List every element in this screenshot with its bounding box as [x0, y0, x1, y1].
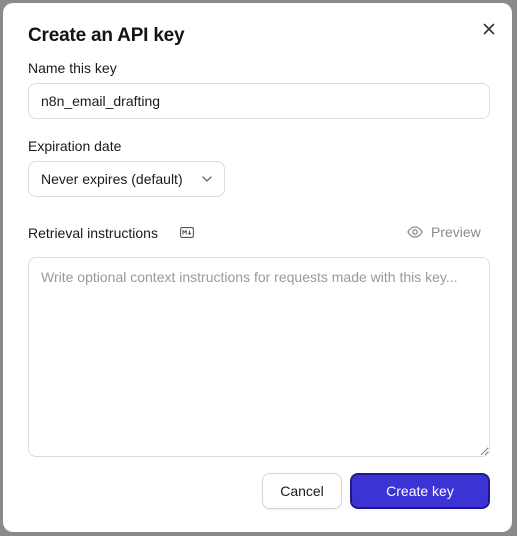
- instructions-label: Retrieval instructions: [28, 225, 158, 241]
- preview-toggle[interactable]: Preview: [407, 224, 481, 240]
- retrieval-instructions-textarea[interactable]: [28, 257, 490, 457]
- close-button[interactable]: [478, 18, 500, 40]
- chevron-down-icon: [202, 176, 212, 182]
- close-icon: [483, 23, 495, 35]
- name-label: Name this key: [28, 60, 117, 76]
- expiration-label: Expiration date: [28, 138, 122, 154]
- create-key-button[interactable]: Create key: [350, 473, 490, 509]
- markdown-icon: [180, 227, 194, 238]
- cancel-button[interactable]: Cancel: [262, 473, 342, 509]
- preview-label: Preview: [431, 224, 481, 240]
- expiration-select[interactable]: Never expires (default): [28, 161, 225, 197]
- create-api-key-dialog: Create an API key Name this key Expirati…: [3, 3, 512, 532]
- dialog-title: Create an API key: [28, 25, 185, 46]
- key-name-input[interactable]: [28, 83, 490, 119]
- expiration-selected-value: Never expires (default): [41, 171, 183, 187]
- eye-icon: [407, 226, 423, 238]
